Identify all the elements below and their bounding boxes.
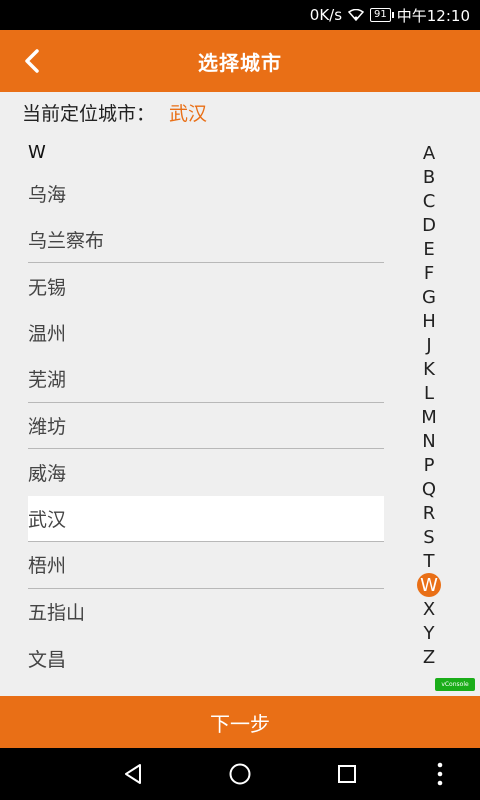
vconsole-button[interactable]: vConsole: [435, 678, 475, 691]
next-step-button[interactable]: 下一步: [0, 696, 480, 748]
clock: 中午12:10: [396, 6, 470, 25]
index-letter-p[interactable]: P: [416, 453, 442, 477]
index-letter-k[interactable]: K: [416, 357, 442, 381]
page-title: 选择城市: [198, 50, 282, 75]
index-letter-c[interactable]: C: [416, 189, 442, 213]
city-item[interactable]: 温州: [28, 310, 384, 357]
index-letter-y[interactable]: Y: [416, 621, 442, 645]
index-letter-x[interactable]: X: [416, 597, 442, 621]
current-location-city[interactable]: 武汉: [169, 99, 207, 126]
index-letter-g[interactable]: G: [416, 285, 442, 309]
index-letter-z[interactable]: Z: [416, 645, 442, 669]
index-letter-f[interactable]: F: [416, 261, 442, 285]
city-item[interactable]: 芜湖: [28, 356, 384, 403]
city-item[interactable]: 乌海: [28, 170, 384, 217]
index-letter-a[interactable]: A: [416, 141, 442, 165]
city-item[interactable]: 文昌: [28, 635, 384, 682]
current-location-row: 当前定位城市： 武汉: [0, 92, 480, 132]
index-letter-j[interactable]: J: [416, 333, 442, 357]
battery-indicator: 91: [370, 8, 394, 22]
index-letter-d[interactable]: D: [416, 213, 442, 237]
index-letter-s[interactable]: S: [416, 525, 442, 549]
index-letter-n[interactable]: N: [416, 429, 442, 453]
nav-menu-button[interactable]: [428, 760, 452, 788]
city-item[interactable]: 无锡: [28, 263, 384, 310]
android-nav-bar: [0, 748, 480, 800]
section-letter-header: W: [28, 142, 46, 163]
nav-recents-button[interactable]: [332, 760, 362, 788]
status-bar: 0K/s 91 中午12:10: [0, 0, 480, 30]
index-letter-h[interactable]: H: [416, 309, 442, 333]
index-letter-e[interactable]: E: [416, 237, 442, 261]
current-location-label: 当前定位城市：: [22, 102, 156, 125]
network-speed: 0K/s: [309, 6, 343, 24]
city-item[interactable]: 乌兰察布: [28, 217, 384, 263]
city-list: 乌海 乌兰察布 无锡 温州 芜湖 潍坊 威海 武汉 梧州 五指山 文昌: [28, 170, 384, 682]
nav-back-button[interactable]: [118, 760, 148, 788]
index-letter-m[interactable]: M: [416, 405, 442, 429]
back-button[interactable]: [10, 38, 54, 84]
index-letter-b[interactable]: B: [416, 165, 442, 189]
city-item[interactable]: 梧州: [28, 542, 384, 589]
circle-home-icon: [229, 763, 251, 785]
chevron-left-icon: [25, 49, 39, 73]
city-item-selected[interactable]: 武汉: [28, 495, 384, 542]
index-letter-t[interactable]: T: [416, 549, 442, 573]
wifi-icon: [348, 9, 365, 21]
index-letter-r[interactable]: R: [416, 501, 442, 525]
city-item[interactable]: 五指山: [28, 589, 384, 636]
city-item[interactable]: 威海: [28, 449, 384, 496]
square-recents-icon: [338, 765, 356, 783]
index-letter-l[interactable]: L: [416, 381, 442, 405]
triangle-back-icon: [125, 764, 141, 784]
three-dots-icon: [437, 762, 443, 786]
index-letter-w[interactable]: W: [417, 573, 441, 597]
header-bar: 选择城市: [0, 30, 480, 92]
alphabet-index-bar[interactable]: ABCDEFGHJKLMNPQRSTWXYZ: [412, 141, 446, 669]
nav-home-button[interactable]: [225, 760, 255, 788]
city-item[interactable]: 潍坊: [28, 403, 384, 449]
index-letter-q[interactable]: Q: [416, 477, 442, 501]
